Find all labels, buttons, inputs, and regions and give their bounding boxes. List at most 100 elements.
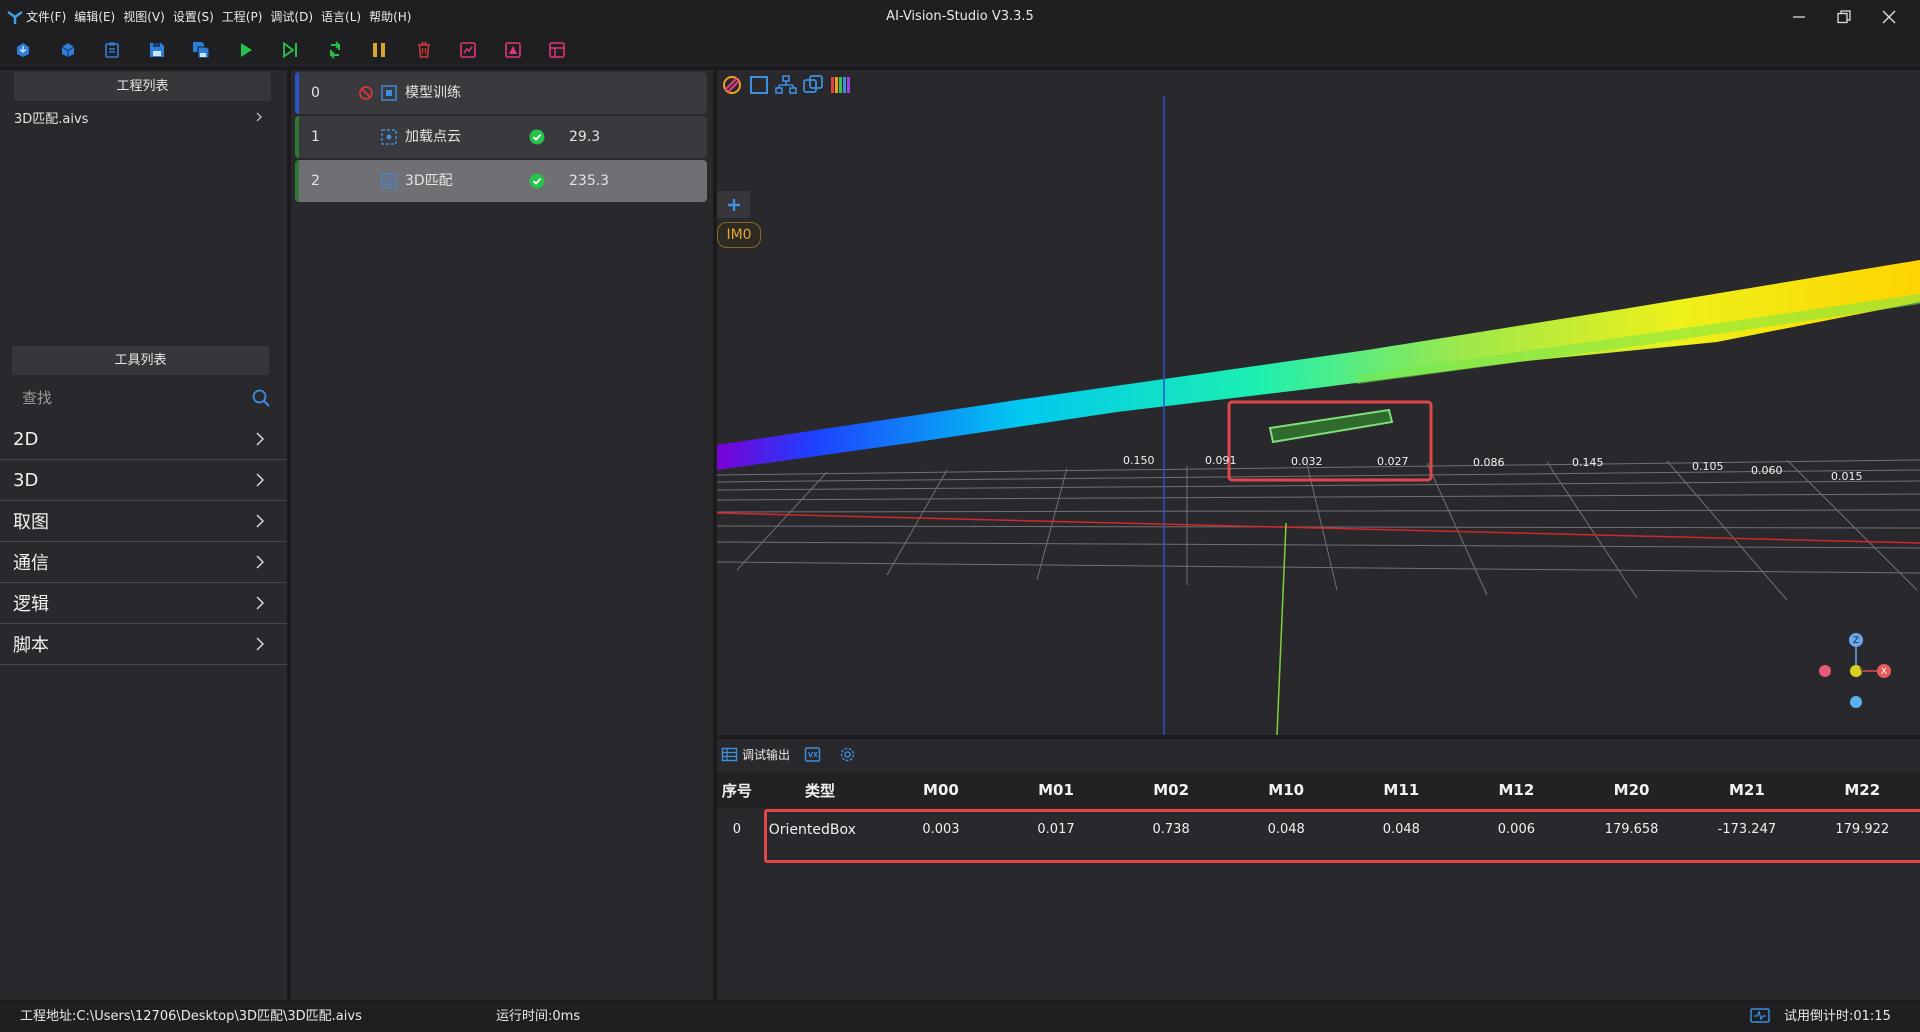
- project-item-label: 3D匹配.aivs: [14, 111, 89, 127]
- tab-label: 调试输出: [742, 747, 791, 762]
- monitor-icon: [1750, 1008, 1770, 1023]
- point-cloud-band: [717, 260, 1920, 470]
- hierarchy-icon: [775, 75, 797, 94]
- category-3d[interactable]: 3D: [0, 460, 287, 501]
- variable-icon: [804, 746, 821, 762]
- flow-step-row[interactable]: 1 加载点云 29.3: [295, 116, 707, 158]
- table-cell: OrientedBox: [768, 821, 856, 838]
- image-button[interactable]: [501, 38, 525, 62]
- view-tree-button[interactable]: [774, 73, 798, 97]
- loop-run-button[interactable]: [323, 38, 347, 62]
- grid-label: 0.150: [1123, 454, 1155, 467]
- status-bar: 工程地址:C:\Users\12706\Desktop\3D匹配\3D匹配.ai…: [0, 1002, 1920, 1032]
- flow-step-row-selected[interactable]: 2 3D匹配 235.3: [295, 160, 707, 202]
- debug-output-panel: 调试输出 序号 类型 M00 M01 M02 M10 M11 M12 M20 M…: [717, 739, 1920, 1000]
- menu-project[interactable]: 工程(P): [218, 0, 267, 34]
- import-icon: [17, 42, 29, 57]
- column-header[interactable]: M10: [1228, 772, 1344, 808]
- column-header[interactable]: M11: [1343, 772, 1459, 808]
- table-cell: 0.006: [1497, 822, 1535, 837]
- category-logic[interactable]: 逻辑: [0, 583, 287, 624]
- search-icon[interactable]: [251, 388, 271, 408]
- project-list-header: 工程列表: [14, 72, 271, 101]
- view-rect-button[interactable]: [747, 73, 771, 97]
- category-script[interactable]: 脚本: [0, 624, 287, 665]
- view-colormap-button[interactable]: [828, 73, 852, 97]
- menu-language[interactable]: 语言(L): [317, 0, 365, 34]
- menu-view[interactable]: 视图(V): [119, 0, 169, 34]
- project-list-item[interactable]: 3D匹配.aivs: [14, 106, 264, 128]
- colormap-icon: [831, 77, 850, 93]
- step-name: 加载点云: [405, 129, 461, 145]
- category-communication[interactable]: 通信: [0, 542, 287, 583]
- step-run-button[interactable]: [278, 38, 302, 62]
- clipboard-button[interactable]: [100, 38, 124, 62]
- column-header[interactable]: M21: [1689, 772, 1805, 808]
- import-button[interactable]: [11, 38, 35, 62]
- minimize-button[interactable]: [1776, 0, 1822, 34]
- grid-label: 0.091: [1205, 454, 1237, 467]
- image-icon: [504, 41, 521, 58]
- gizmo-z-label: Z: [1853, 636, 1859, 646]
- menu-debug[interactable]: 调试(D): [266, 0, 317, 34]
- step-name: 3D匹配: [405, 173, 453, 189]
- delete-button[interactable]: [412, 38, 436, 62]
- pause-icon: [373, 42, 385, 57]
- axis-gizmo[interactable]: Z Y X: [1819, 633, 1891, 708]
- gizmo-y-label: Y: [1858, 667, 1865, 677]
- grid-label: 0.027: [1377, 455, 1409, 468]
- fit-view-icon: [723, 76, 741, 94]
- table-row[interactable]: 0 OrientedBox 0.003 0.017 0.738 0.048 0.…: [717, 808, 1920, 851]
- close-button[interactable]: [1866, 0, 1912, 34]
- tab-settings[interactable]: [839, 746, 860, 763]
- column-header[interactable]: M01: [998, 772, 1114, 808]
- column-header[interactable]: M22: [1804, 772, 1920, 808]
- clipboard-icon: [105, 42, 119, 58]
- table-cell: 0.003: [922, 822, 960, 837]
- y-axis-line: [1276, 522, 1287, 735]
- menu-settings[interactable]: 设置(S): [169, 0, 218, 34]
- view-layers-button[interactable]: [801, 73, 825, 97]
- step-run-icon: [283, 41, 297, 58]
- flow-step-row[interactable]: 0 模型训练: [295, 72, 707, 114]
- menu-edit[interactable]: 编辑(E): [70, 0, 119, 34]
- panel-button[interactable]: [456, 38, 480, 62]
- column-header[interactable]: M12: [1458, 772, 1574, 808]
- column-header[interactable]: M20: [1573, 772, 1690, 808]
- add-view-button[interactable]: [717, 191, 750, 218]
- column-header[interactable]: 类型: [756, 772, 884, 808]
- menu-help[interactable]: 帮助(H): [365, 0, 415, 34]
- layout-button[interactable]: [545, 38, 569, 62]
- match-3d-icon: [381, 173, 397, 189]
- export-button[interactable]: [56, 38, 80, 62]
- restore-button[interactable]: [1821, 0, 1867, 34]
- step-time: 235.3: [569, 173, 610, 189]
- matched-object-box: [1268, 408, 1394, 444]
- tab-debug-output[interactable]: 调试输出: [721, 746, 790, 763]
- minimize-icon: [1793, 16, 1805, 18]
- category-acquisition[interactable]: 取图: [0, 501, 287, 542]
- step-index: 1: [311, 129, 320, 145]
- tool-search-input[interactable]: [14, 389, 214, 407]
- point-cloud-viewport[interactable]: 0.150 0.091 0.032 0.027 0.086 0.145 0.10…: [717, 70, 1920, 735]
- view-fit-button[interactable]: [720, 73, 744, 97]
- save-as-button[interactable]: [189, 38, 213, 62]
- layout-icon: [549, 41, 565, 58]
- point-cloud-scene[interactable]: 0.150 0.091 0.032 0.027 0.086 0.145 0.10…: [717, 70, 1920, 735]
- model-training-icon: [381, 85, 397, 101]
- save-button[interactable]: [145, 38, 169, 62]
- pause-button[interactable]: [367, 38, 391, 62]
- grid-label: 0.060: [1751, 464, 1783, 477]
- column-header[interactable]: M02: [1113, 772, 1229, 808]
- menu-file[interactable]: 文件(F): [22, 0, 70, 34]
- load-pointcloud-icon: [381, 129, 397, 145]
- column-header[interactable]: M00: [883, 772, 999, 808]
- run-button[interactable]: [234, 38, 258, 62]
- table-header-row: 序号 类型 M00 M01 M02 M10 M11 M12 M20 M21 M2…: [717, 772, 1920, 808]
- column-header[interactable]: 序号: [717, 772, 757, 808]
- delete-icon: [417, 41, 430, 58]
- tab-variables[interactable]: [804, 746, 825, 763]
- chevron-right-icon: [256, 637, 264, 651]
- image-layer-badge[interactable]: IM0: [717, 222, 761, 248]
- category-2d[interactable]: 2D: [0, 419, 287, 460]
